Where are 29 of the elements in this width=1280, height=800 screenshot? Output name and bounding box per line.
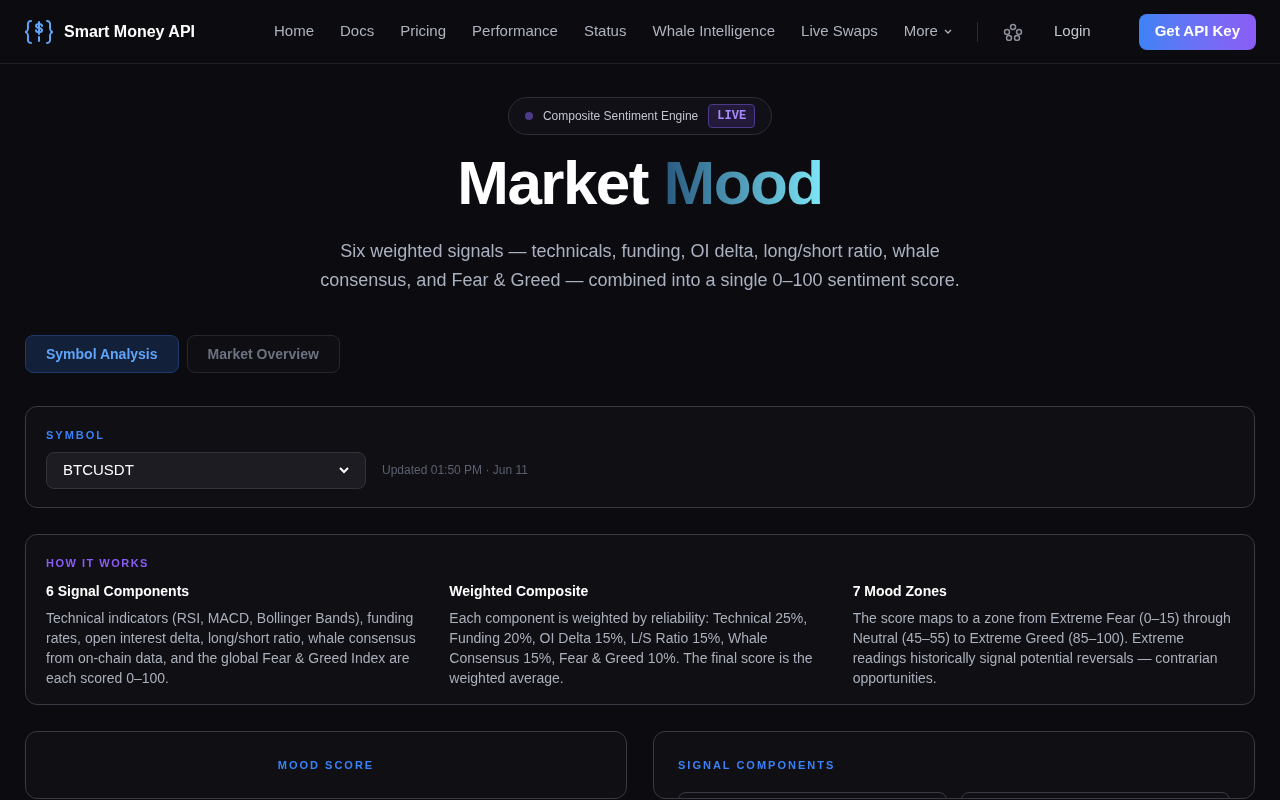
feature-title: Weighted Composite xyxy=(449,582,590,601)
nav-link[interactable]: Pricing xyxy=(400,20,447,43)
feature-title: 6 Signal Components xyxy=(46,582,191,601)
feature-description: Technical indicators (RSI, MACD, Bollinger Bands), funding rates, open interest delta, long/short ratio, whale consensus from on-chain data, and the global Fear & Greed Index are each scored 0–100. xyxy=(46,609,417,688)
nav-link[interactable]: More xyxy=(903,20,952,43)
nav-link[interactable]: Live Swaps xyxy=(801,20,878,43)
get-api-key-button[interactable]: Get API Key xyxy=(1138,13,1256,50)
page-subtitle: Six weighted signals — technicals, funding, OI delta, long/short ratio, whale consensus, and Fear & Greed — combined into a single 0–100 sentiment score. xyxy=(319,240,961,292)
section-label: SYMBOL xyxy=(46,428,107,443)
nav-link[interactable]: Performance xyxy=(472,20,558,43)
updated-timestamp: Updated 01:50 PM · Jun 11 xyxy=(382,462,528,479)
tab[interactable]: Symbol Analysis xyxy=(25,335,179,373)
section-label: MOOD SCORE xyxy=(277,758,375,773)
nav-link[interactable]: Whale Intelligence xyxy=(652,20,776,43)
tab[interactable]: Market Overview xyxy=(186,335,340,373)
brand-name[interactable]: Smart Money API xyxy=(64,19,195,44)
nav-link[interactable]: Docs xyxy=(340,20,375,43)
nav-link[interactable]: Home xyxy=(274,20,314,43)
nav-link[interactable]: Status xyxy=(583,20,627,43)
page-title: Market xyxy=(457,148,648,217)
feature-description: The score maps to a zone from Extreme Fear (0–15) through Neutral (45–55) to Extreme Greed (85–100). Extreme readings historically signal potential reversals — contrarian opportunities. xyxy=(852,609,1232,688)
feature-description: Each component is weighted by reliability: Technical 25%, Funding 20%, OI Delta 15%, L/S Ratio 15%, Whale Consensus 15%, Fear & Greed 10%. The final score is the weighted average. xyxy=(449,609,814,688)
section-label: SIGNAL COMPONENTS xyxy=(678,758,837,773)
feature-title: 7 Mood Zones xyxy=(852,582,948,601)
symbol-select[interactable]: BTCUSDT xyxy=(46,451,366,489)
section-label: HOW IT WORKS xyxy=(46,555,150,571)
login-link[interactable]: Login xyxy=(1053,20,1091,43)
live-tag: LIVE xyxy=(708,104,756,128)
badge-label: Composite Sentiment Engine xyxy=(542,108,699,125)
